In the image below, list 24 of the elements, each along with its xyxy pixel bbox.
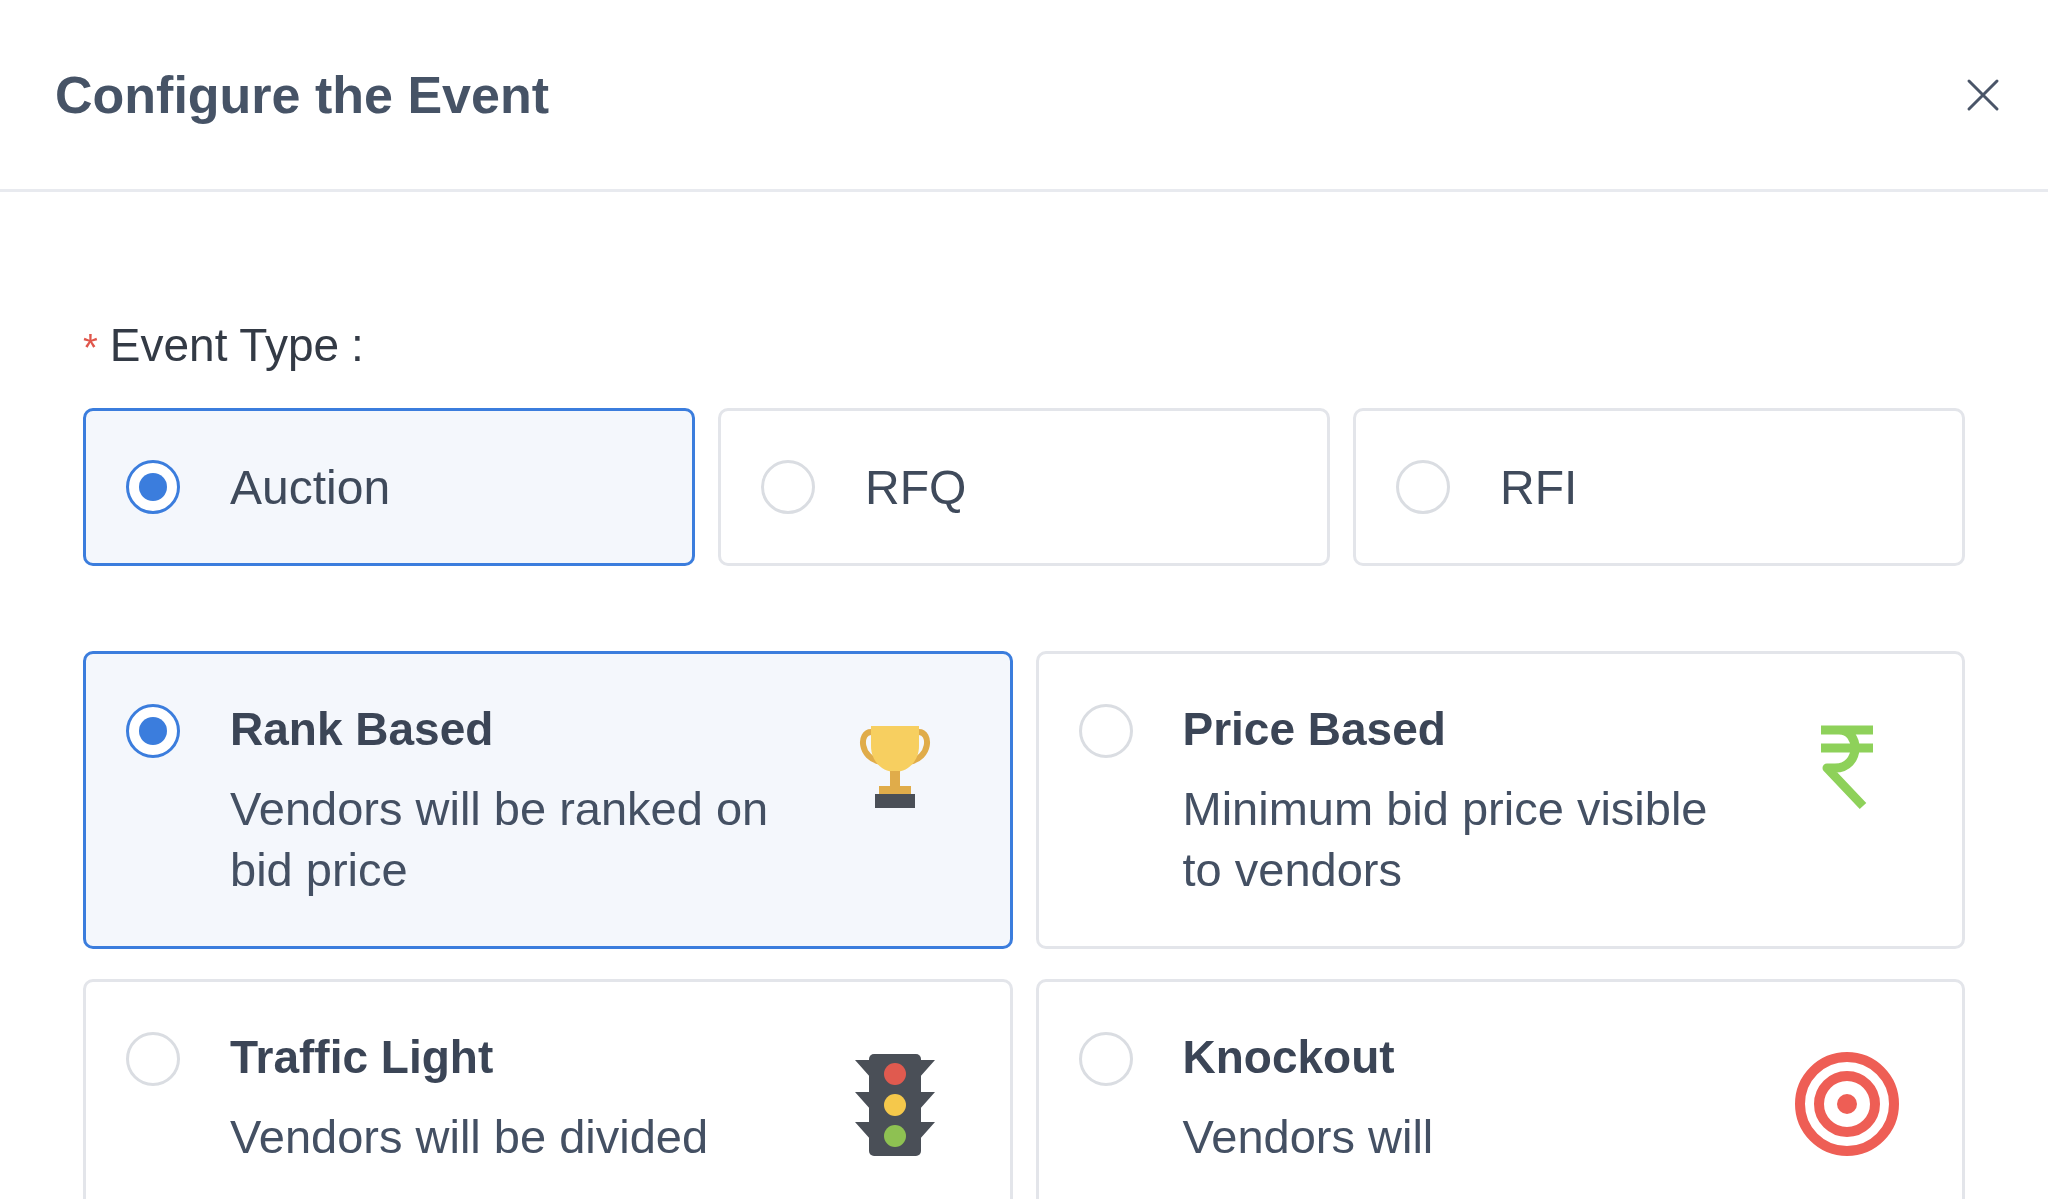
traffic-light-icon [852,1052,937,1158]
close-icon [1966,77,2000,112]
target-icon [1795,1052,1899,1156]
mode-title: Knockout [1182,1030,1396,1084]
mode-description: Minimum bid price visible to vendors [1182,781,1709,898]
event-type-option[interactable]: RFQ [718,408,1330,566]
auction-mode-card[interactable]: Price Based Minimum bid price visible to vendors [1035,651,1965,949]
mode-title: Price Based [1182,702,1447,756]
required-mark: * [83,327,98,370]
event-type-option[interactable]: Auction [83,408,695,566]
label-colon: : [351,318,364,372]
auction-mode-card[interactable]: Rank Based Vendors will be ranked on bid price [83,651,1013,949]
mode-description: Vendors will be divided [230,1109,710,1165]
auction-mode-card[interactable]: Knockout Vendors will [1035,979,1965,1199]
mode-description: Vendors will be ranked on bid price [230,781,770,898]
radio-button[interactable] [126,460,180,514]
radio-button[interactable] [126,704,180,758]
mode-description: Vendors will [1182,1109,1435,1165]
mode-title: Traffic Light [230,1030,495,1084]
field-label: Event Type [109,318,340,372]
auction-mode-card[interactable]: Traffic Light Vendors will be divided [83,979,1013,1199]
mode-title: Rank Based [230,702,495,756]
dialog-title: Configure the Event [55,64,550,125]
event-type-option[interactable]: RFI [1353,408,1965,566]
